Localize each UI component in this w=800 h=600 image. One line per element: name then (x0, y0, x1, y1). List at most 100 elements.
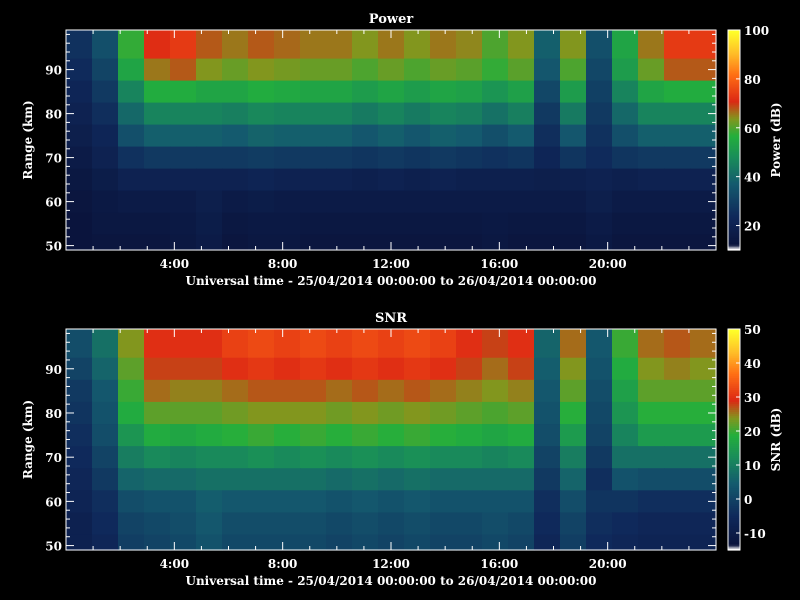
heatmap-cell (482, 446, 509, 469)
heatmap-cell (586, 401, 613, 425)
heatmap-cell (222, 512, 249, 536)
heatmap-cell (612, 168, 639, 192)
heatmap-cell (404, 357, 431, 381)
heatmap-cell (430, 80, 457, 104)
colorbar-tick-label: 80 (744, 73, 761, 87)
heatmap-cell (196, 512, 223, 536)
heatmap-cell (508, 30, 535, 60)
heatmap-cell (638, 490, 665, 514)
heatmap-cell (92, 124, 119, 148)
heatmap-cell (456, 146, 483, 170)
heatmap-cell (534, 512, 561, 536)
heatmap-cell (248, 357, 275, 381)
heatmap-cell (378, 212, 405, 236)
heatmap-cell (92, 212, 119, 236)
heatmap-cell (378, 401, 405, 425)
heatmap-cell (144, 168, 171, 192)
y-tick-label: 90 (45, 363, 62, 377)
heatmap-cell (404, 212, 431, 236)
heatmap-cell (482, 534, 509, 551)
heatmap-cell (248, 80, 275, 104)
heatmap-cell (664, 58, 691, 82)
heatmap-cell (508, 401, 535, 425)
heatmap-cell (118, 190, 145, 214)
heatmap-cell (534, 401, 561, 425)
heatmap-cell (326, 401, 353, 425)
heatmap-cell (456, 190, 483, 214)
heatmap-cell (586, 357, 613, 381)
heatmap-cell (456, 58, 483, 82)
heatmap-cell (404, 401, 431, 425)
heatmap-cell (378, 490, 405, 514)
heatmap-cell (196, 379, 223, 403)
heatmap-cell (274, 468, 301, 491)
heatmap-cell (664, 424, 691, 447)
heatmap-cell (92, 30, 119, 60)
heatmap-cell (508, 379, 535, 403)
heatmap-cell (326, 58, 353, 82)
heatmap-cell (300, 212, 327, 236)
heatmap-cell (534, 168, 561, 192)
heatmap-cell (534, 146, 561, 170)
heatmap-cell (378, 124, 405, 148)
heatmap-cell (482, 124, 509, 148)
heatmap-cell (92, 468, 119, 491)
y-tick-label: 90 (45, 64, 62, 78)
heatmap-cell (144, 490, 171, 514)
panel-power: 4:00 8:00 12:00 16:00 20:00 50 60 70 80 90 Power Un… (21, 12, 783, 288)
heatmap-cell (586, 534, 613, 551)
heatmap-cell (482, 146, 509, 170)
heatmap-cell (482, 379, 509, 403)
heatmap-cell (560, 124, 587, 148)
heatmap-cell (430, 58, 457, 82)
heatmap-cell (664, 357, 691, 381)
heatmap-cell (508, 357, 535, 381)
heatmap-cell (196, 30, 223, 60)
heatmap-cell (300, 401, 327, 425)
heatmap-cell (586, 124, 613, 148)
heatmap-cell (274, 490, 301, 514)
heatmap-cell (456, 212, 483, 236)
heatmap-cell (508, 512, 535, 536)
heatmap-cell (482, 401, 509, 425)
heatmap-cell (534, 490, 561, 514)
heatmap-cell (326, 146, 353, 170)
heatmap-cell (612, 357, 639, 381)
heatmap-cell (456, 357, 483, 381)
heatmap-cell (430, 534, 457, 551)
heatmap-cell (612, 212, 639, 236)
heatmap-cell (404, 30, 431, 60)
y-tick-label: 50 (45, 240, 62, 254)
heatmap-cell (612, 102, 639, 126)
heatmap-cell (638, 379, 665, 403)
heatmap-cell (170, 424, 197, 447)
heatmap-cell (664, 329, 691, 359)
heatmap-cell (534, 58, 561, 82)
heatmap-cell (274, 357, 301, 381)
heatmap-cell (586, 329, 613, 359)
colorbar-tick-label: 10 (744, 459, 761, 473)
heatmap-cell (144, 534, 171, 551)
heatmap-cell (404, 512, 431, 536)
heatmap-cell (352, 357, 379, 381)
heatmap-cell (196, 401, 223, 425)
heatmap-cell (144, 234, 171, 251)
heatmap-cell (534, 102, 561, 126)
heatmap-cell (430, 102, 457, 126)
x-tick-label: 8:00 (268, 557, 297, 571)
chart-title: SNR (375, 311, 407, 326)
heatmap-cell (508, 190, 535, 214)
heatmap-cell (664, 30, 691, 60)
heatmap-cell (352, 146, 379, 170)
heatmap-cell (404, 424, 431, 447)
heatmap-cell (170, 124, 197, 148)
heatmap-cell (274, 146, 301, 170)
heatmap-cell (534, 234, 561, 251)
colorbar-label: SNR (dB) (769, 408, 783, 472)
heatmap-cell (430, 490, 457, 514)
heatmap-cell (638, 190, 665, 214)
y-axis-label: Range (km) (21, 400, 35, 479)
colorbar-tick-label: 20 (744, 220, 761, 234)
heatmap-cell (274, 124, 301, 148)
heatmap-cell (508, 168, 535, 192)
